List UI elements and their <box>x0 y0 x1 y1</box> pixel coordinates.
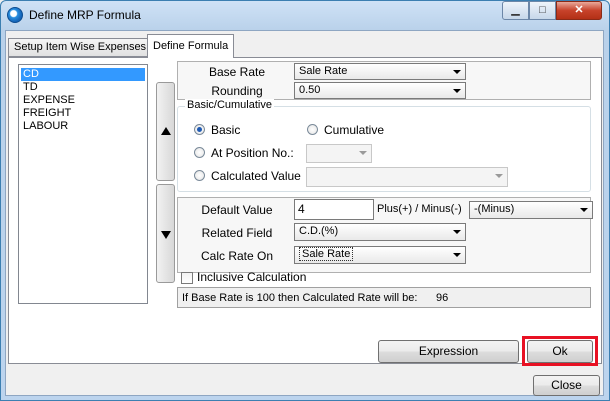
maximize-button[interactable]: □ <box>529 1 556 20</box>
minimize-icon: ▁ <box>511 4 520 16</box>
chevron-down-icon <box>453 70 461 74</box>
at-position-label: At Position No.: <box>211 146 294 160</box>
related-field-value: C.D.(%) <box>299 225 339 237</box>
list-item[interactable]: CD <box>21 68 145 81</box>
app-icon <box>7 7 23 23</box>
dialog-client: Setup Item Wise Expenses Define Formula … <box>5 30 604 396</box>
maximize-icon: □ <box>539 4 546 16</box>
title-bar[interactable]: Define MRP Formula ▁ □ ✕ <box>0 0 610 30</box>
calculated-value-label: Calculated Value <box>211 169 301 183</box>
rounding-label: Rounding <box>211 84 263 98</box>
window-title: Define MRP Formula <box>29 8 141 22</box>
chevron-down-icon <box>453 253 461 257</box>
chevron-down-icon <box>359 151 367 155</box>
cumulative-radio[interactable] <box>307 124 318 135</box>
chevron-down-icon <box>580 208 588 212</box>
expense-list[interactable]: CD TD EXPENSE FREIGHT LABOUR <box>18 64 148 304</box>
move-up-button[interactable] <box>156 82 175 181</box>
calc-rate-on-select[interactable]: Sale Rate <box>294 246 466 264</box>
close-window-button[interactable]: ✕ <box>556 1 602 20</box>
close-icon: ✕ <box>574 4 584 16</box>
close-button[interactable]: Close <box>533 375 600 396</box>
minimize-button[interactable]: ▁ <box>502 1 529 20</box>
result-text: If Base Rate is 100 then Calculated Rate… <box>182 292 418 304</box>
related-field-select[interactable]: C.D.(%) <box>294 223 466 241</box>
basic-cumulative-label: Basic/Cumulative <box>185 99 274 111</box>
arrow-up-icon <box>161 127 171 135</box>
list-item[interactable]: LABOUR <box>21 120 70 133</box>
default-value-label: Default Value <box>201 203 273 217</box>
result-value: 96 <box>436 292 449 304</box>
arrow-down-icon <box>161 231 171 239</box>
result-box: If Base Rate is 100 then Calculated Rate… <box>177 287 591 308</box>
base-rate-label: Base Rate <box>208 65 266 79</box>
chevron-down-icon <box>453 89 461 93</box>
basic-radio[interactable] <box>194 124 205 135</box>
basic-radio-label: Basic <box>211 123 241 137</box>
rounding-select[interactable]: 0.50 <box>294 82 466 99</box>
plus-minus-select[interactable]: -(Minus) <box>469 201 593 219</box>
base-rate-select[interactable]: Sale Rate <box>294 63 466 80</box>
tab-define-formula[interactable]: Define Formula <box>147 34 235 58</box>
list-item[interactable]: FREIGHT <box>21 107 73 120</box>
calc-rate-on-label: Calc Rate On <box>200 249 274 263</box>
expression-button[interactable]: Expression <box>378 340 519 363</box>
plus-minus-label: Plus(+) / Minus(-) <box>377 203 462 215</box>
ok-button[interactable]: Ok <box>527 340 593 363</box>
chevron-down-icon <box>453 230 461 234</box>
calc-rate-on-value: Sale Rate <box>299 247 354 261</box>
cumulative-radio-label: Cumulative <box>324 123 385 137</box>
list-item[interactable]: EXPENSE <box>21 94 77 107</box>
inclusive-calculation-label: Inclusive Calculation <box>197 270 307 284</box>
define-formula-panel: CD TD EXPENSE FREIGHT LABOUR Base Rate S… <box>8 57 602 366</box>
tab-setup-item-wise-expenses[interactable]: Setup Item Wise Expenses <box>8 38 153 57</box>
inclusive-calculation-checkbox[interactable] <box>181 272 193 284</box>
rounding-value: 0.50 <box>299 84 321 96</box>
move-down-button[interactable] <box>156 184 175 283</box>
calculated-value-select[interactable] <box>306 167 508 187</box>
position-select[interactable] <box>306 144 372 163</box>
default-value-input[interactable]: 4 <box>294 199 374 220</box>
chevron-down-icon <box>495 174 503 178</box>
base-rate-value: Sale Rate <box>299 65 348 77</box>
calculated-value-radio[interactable] <box>194 170 205 181</box>
plus-minus-value: -(Minus) <box>474 203 515 215</box>
related-field-label: Related Field <box>201 226 273 240</box>
list-item[interactable]: TD <box>21 81 40 94</box>
at-position-radio[interactable] <box>194 147 205 158</box>
